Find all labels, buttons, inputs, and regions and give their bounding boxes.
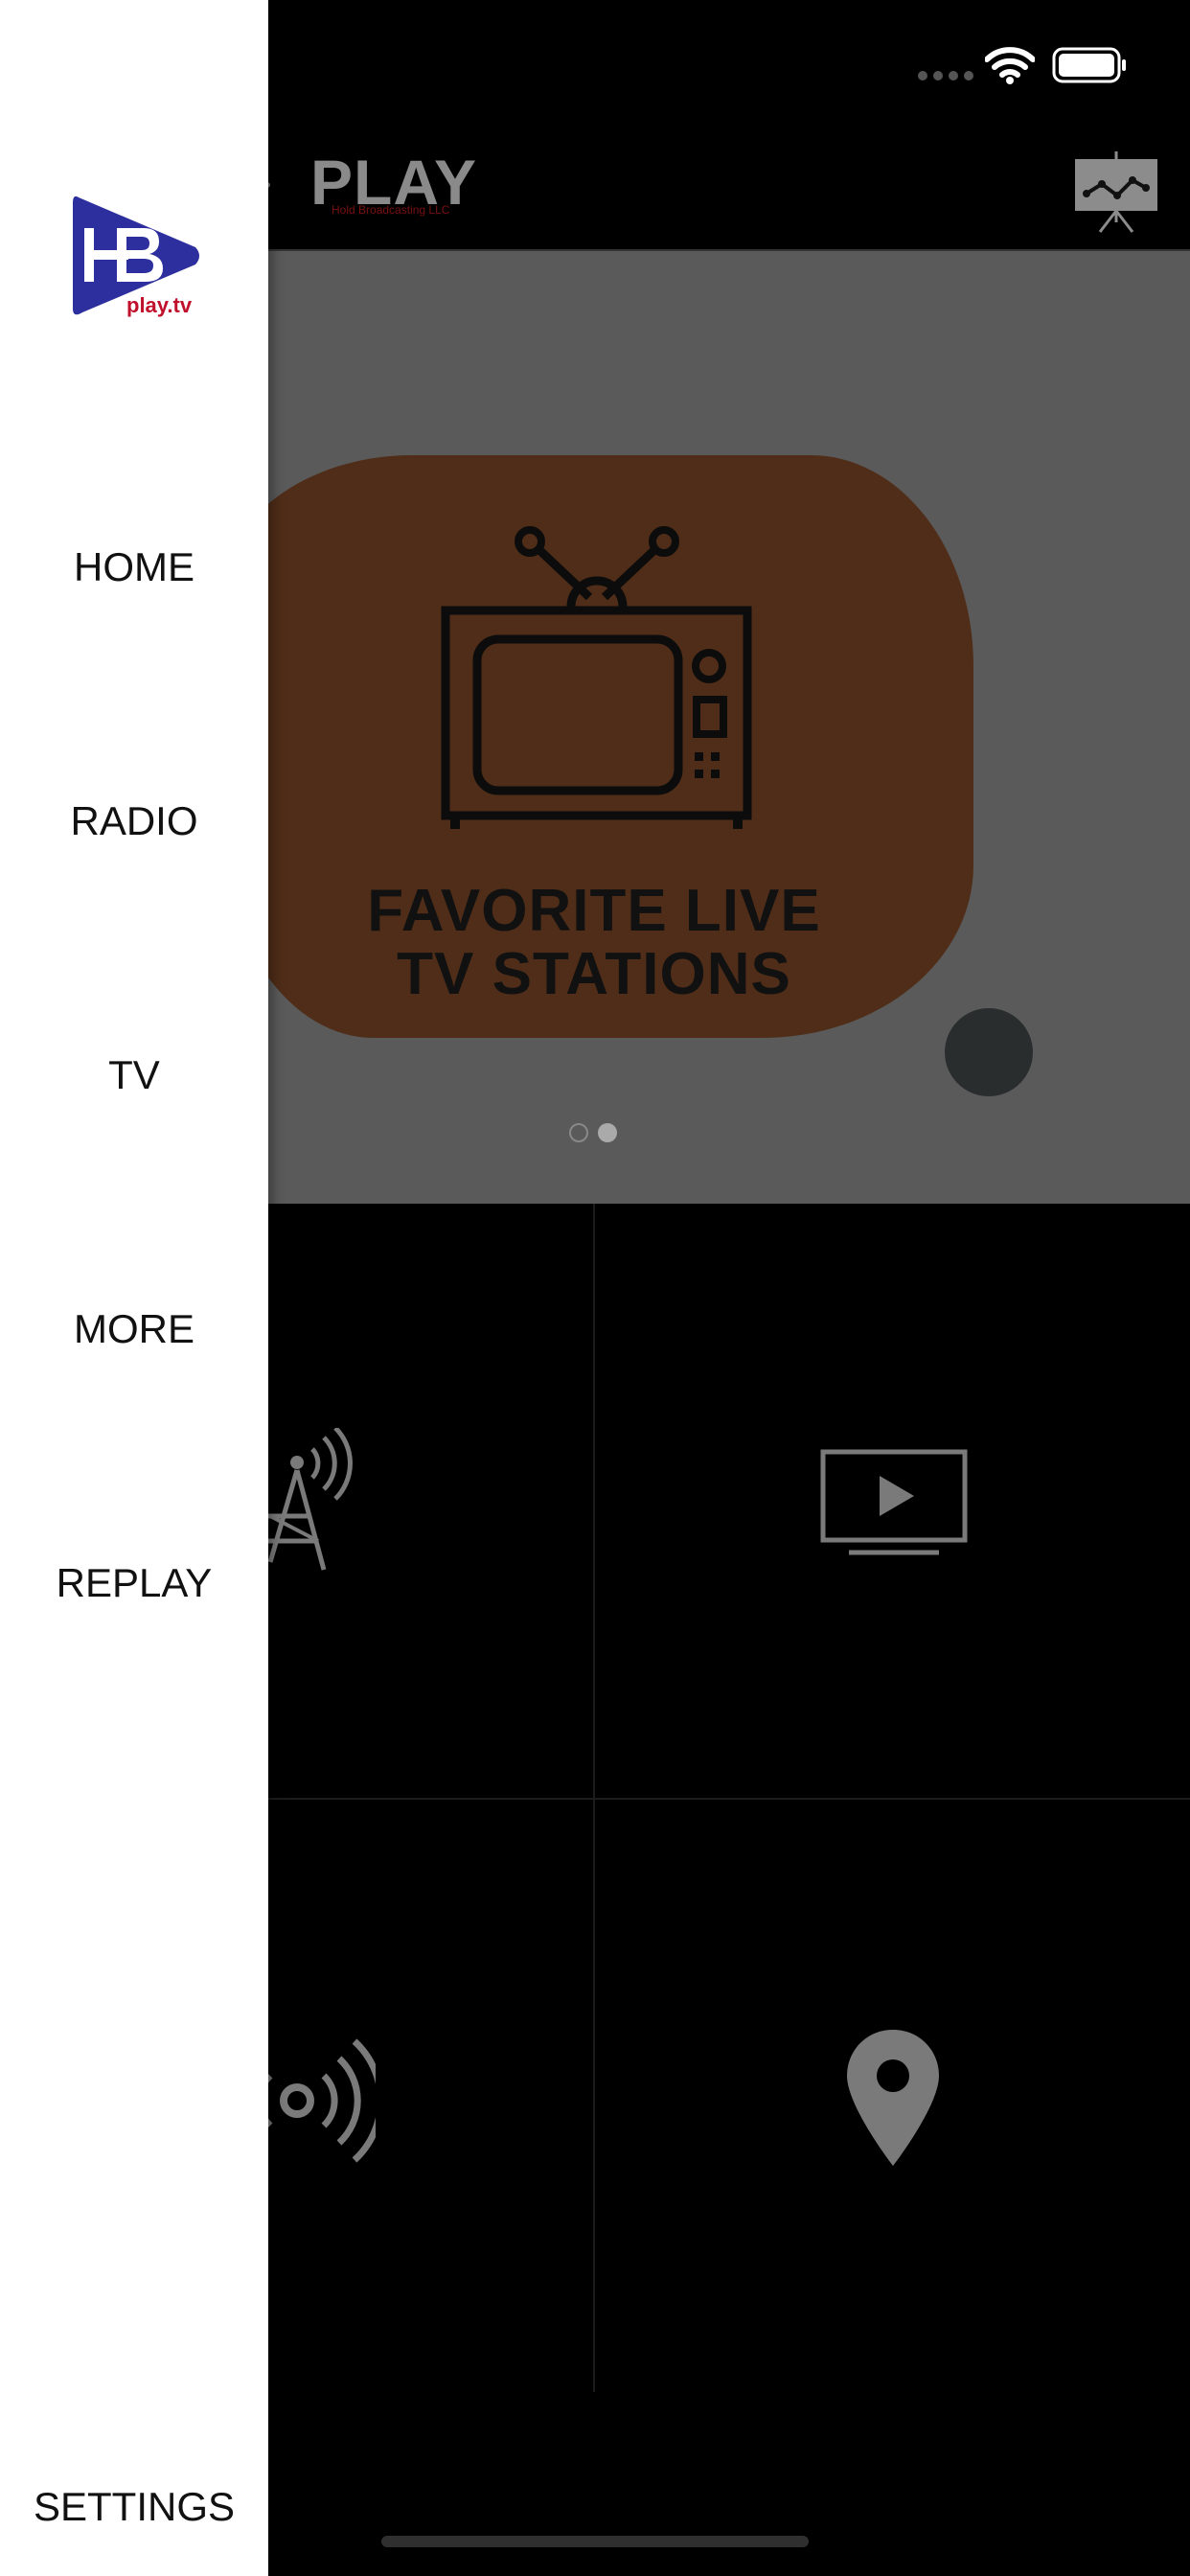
navigation-drawer: play.tv HOME RADIO TV MORE REPLAY SETTIN… <box>0 0 268 2576</box>
battery-icon <box>1052 47 1126 83</box>
radio-tower-icon[interactable] <box>251 1428 366 1572</box>
pager-dot-2[interactable] <box>598 1123 617 1142</box>
promo-card-title-line2: TV STATIONS <box>397 941 791 1007</box>
menu-item-home[interactable]: HOME <box>0 544 268 590</box>
menu-item-tv[interactable]: TV <box>0 1052 268 1098</box>
menu-item-settings[interactable]: SETTINGS <box>0 2484 268 2530</box>
menu-item-replay[interactable]: REPLAY <box>0 1560 268 1606</box>
carousel-pager <box>569 1123 617 1142</box>
menu-item-more[interactable]: MORE <box>0 1306 268 1352</box>
video-play-icon[interactable] <box>820 1449 968 1556</box>
location-pin-icon[interactable] <box>845 2028 941 2168</box>
promo-card-title: FAVORITE LIVE TV STATIONS <box>287 880 901 1006</box>
pager-dot-1[interactable] <box>569 1123 588 1142</box>
app-subtitle: Hold Broadcasting LLC <box>332 203 450 217</box>
wifi-icon <box>985 47 1035 84</box>
floating-action-button[interactable] <box>945 1008 1033 1096</box>
logo-text: play.tv <box>126 293 193 317</box>
tv-icon <box>441 526 752 829</box>
signal-dots-icon <box>918 71 973 80</box>
menu-item-radio[interactable]: RADIO <box>0 798 268 844</box>
promo-card-title-line1: FAVORITE LIVE <box>367 878 821 944</box>
home-indicator[interactable] <box>381 2536 809 2547</box>
broadcast-icon[interactable] <box>251 2034 376 2168</box>
chart-presentation-icon[interactable] <box>1073 151 1159 234</box>
